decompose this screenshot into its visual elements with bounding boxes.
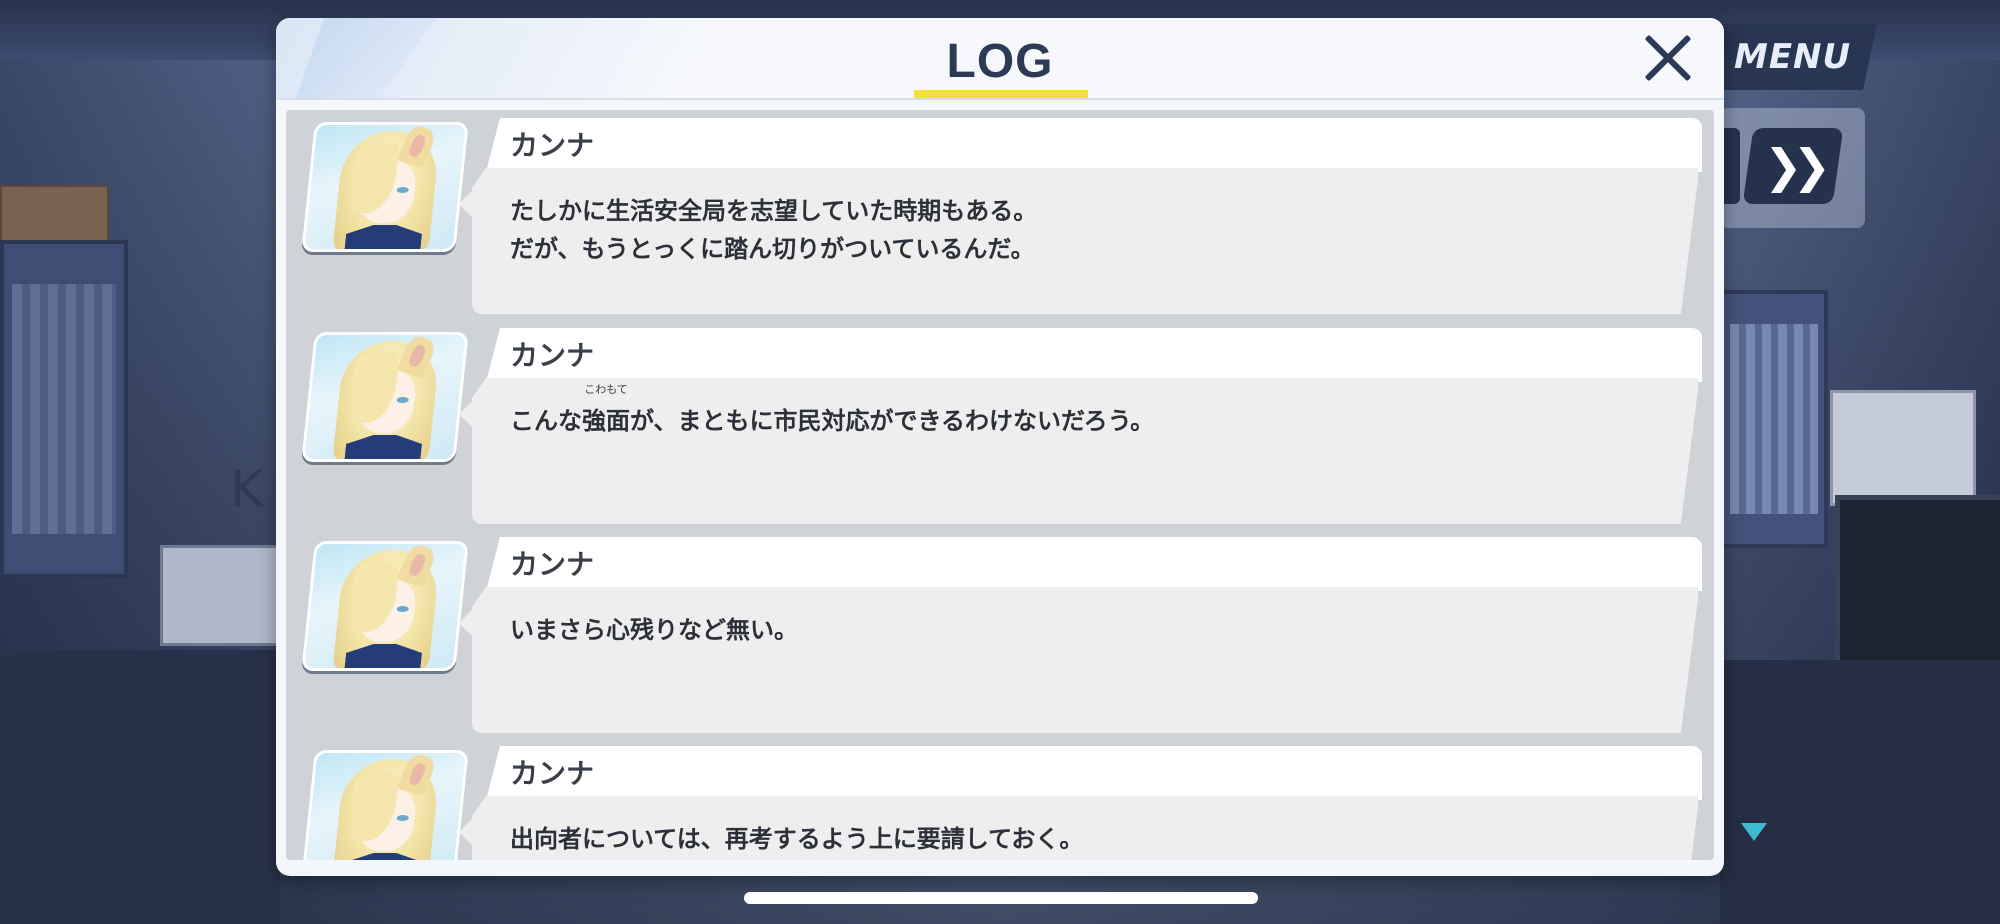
right-bookshelf [1720,290,1828,548]
speaker-name-plate [486,537,1702,591]
right-desk [1720,660,2000,924]
triangle-down-icon [1741,823,1767,841]
ruby-base: 強面 [582,407,630,435]
fast-forward-button[interactable]: ❯❯ [1742,128,1844,204]
log-title: LOG [946,35,1054,88]
speaker-name: カンナ [510,548,595,581]
speaker-name: カンナ [510,757,595,790]
log-entry: カンナ いまさら心残りなど無い。 [286,537,1714,737]
dialogue-bubble [472,378,1698,524]
dialogue-text: 出向者については、再考するよう上に要請しておく。 [510,825,1084,853]
speaker-portrait [301,122,469,252]
ruby-word: こわもて 強面 [582,384,630,440]
speaker-name-plate [486,746,1702,800]
menu-button-label: MENU [1733,37,1852,77]
speaker-portrait [301,750,469,860]
dialogue-text: たしかに生活安全局を志望していた時期もある。 だが、もうとっくに踏ん切りがついて… [510,197,1038,263]
menu-button[interactable]: MENU [1707,24,1878,90]
title-underline [914,90,1088,98]
speaker-name: カンナ [510,339,595,372]
log-dialog: LOG カンナ たしかに生活安全局を志望していた時期もある。 だが、もうとっくに… [276,18,1724,876]
log-entry: カンナ こんな こわもて強面が、まともに市民対応ができるわけないだろう。 [286,328,1714,528]
close-button[interactable] [1642,32,1694,84]
drawer-cabinet [1830,390,1976,506]
computer-monitor [1835,495,2000,675]
speaker-portrait [301,541,469,671]
dialogue-text-before: こんな [510,407,582,435]
speaker-name: カンナ [510,129,595,162]
dialogue-bubble [472,587,1698,733]
home-indicator[interactable] [744,892,1258,904]
speaker-name-plate [486,328,1702,382]
dialogue-text-after: が、まともに市民対応ができるわけないだろう。 [630,407,1155,435]
log-dialog-header: LOG [276,18,1724,100]
speaker-portrait [301,332,469,462]
double-chevron-right-icon: ❯❯ [1764,139,1822,193]
left-bookshelf [0,240,128,578]
wall-sign: K [230,460,265,520]
dialogue-text: いまさら心残りなど無い。 [510,616,798,644]
ruby-reading: こわもて [584,383,628,396]
log-entry: カンナ 出向者については、再考するよう上に要請しておく。 [286,746,1714,860]
log-entry: カンナ たしかに生活安全局を志望していた時期もある。 だが、もうとっくに踏ん切り… [286,118,1714,318]
cardboard-boxes [0,185,109,244]
log-scroll-list[interactable]: カンナ たしかに生活安全局を志望していた時期もある。 だが、もうとっくに踏ん切り… [286,110,1714,860]
dialogue-text: こんな こわもて強面が、まともに市民対応ができるわけないだろう。 [510,384,1660,440]
printer [160,545,286,646]
left-desk [0,650,280,924]
speaker-name-plate [486,118,1702,172]
